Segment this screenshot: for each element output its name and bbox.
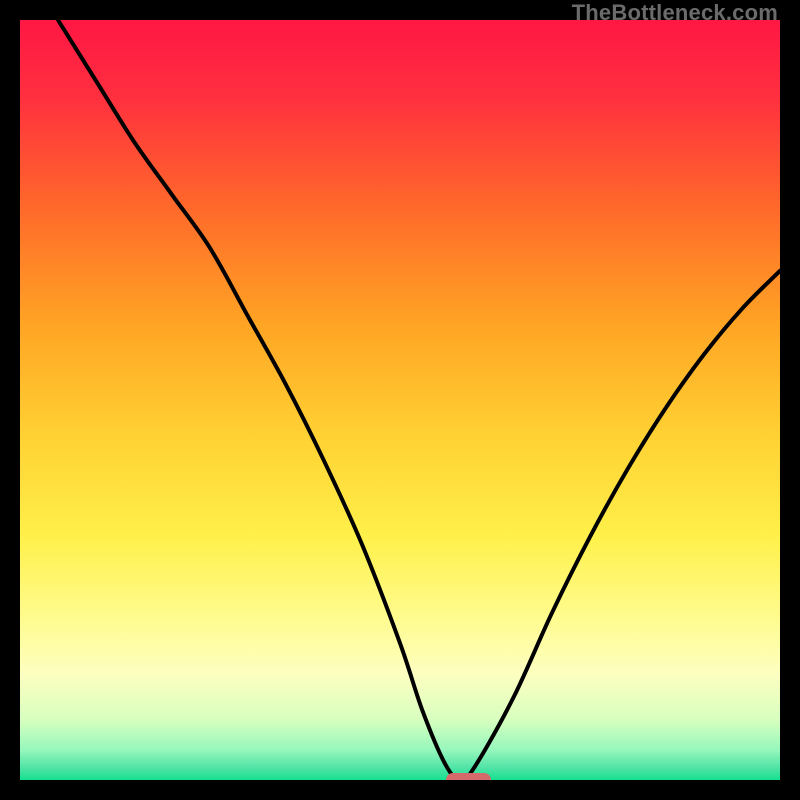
plot-area [20,20,780,780]
chart-frame: TheBottleneck.com [0,0,800,800]
minimum-marker [446,773,492,780]
watermark-text: TheBottleneck.com [572,0,778,26]
bottleneck-curve [20,20,780,780]
